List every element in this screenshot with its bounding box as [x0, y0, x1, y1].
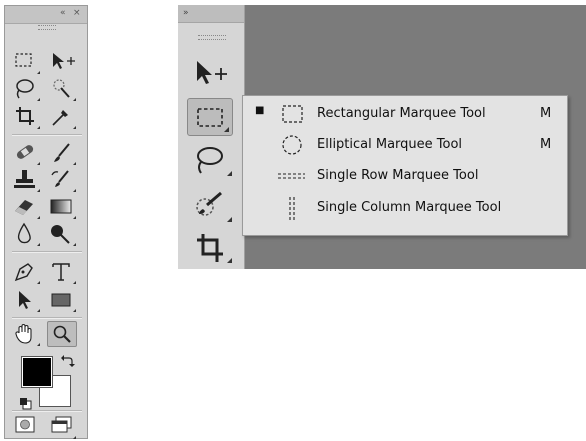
expand-panel-icon[interactable]: » [183, 7, 189, 19]
tool-quick-selection[interactable] [47, 76, 77, 102]
screen-mode-button[interactable] [47, 414, 77, 440]
quick-mask-button[interactable] [11, 414, 41, 440]
screen-mode-icon [51, 416, 72, 433]
menu-item-shortcut: M [540, 106, 552, 121]
menu-item-label: Single Column Marquee Tool [317, 200, 502, 215]
tool-blur[interactable] [11, 221, 41, 247]
quick-mask-icon [15, 416, 35, 433]
tool-history-brush[interactable] [47, 167, 77, 193]
tool-clone-stamp[interactable] [11, 167, 41, 193]
foreground-color-swatch[interactable] [21, 356, 53, 388]
tool-type[interactable] [47, 259, 77, 285]
tools-panel-header[interactable]: « × [5, 6, 87, 24]
zoomed-tools-strip: » [178, 5, 245, 269]
zoomed-panel-header[interactable]: » [178, 5, 244, 23]
tool-rectangular-marquee[interactable] [11, 49, 41, 75]
tool-brush[interactable] [47, 140, 77, 166]
tools-panel: « × [4, 5, 88, 439]
single-row-marquee-icon [278, 173, 305, 179]
move-icon [197, 61, 227, 84]
zoomed-panel-grip[interactable] [198, 35, 226, 40]
selected-tool-indicator: ■ [255, 105, 265, 116]
zoomed-tool-move[interactable] [189, 53, 235, 91]
elliptical-marquee-icon [282, 135, 302, 155]
zoomed-tool-quick-selection[interactable] [189, 187, 235, 225]
menu-item-single-row-marquee[interactable]: Single Row Marquee Tool [243, 162, 567, 190]
menu-item-label: Rectangular Marquee Tool [317, 106, 486, 121]
tool-rectangle[interactable] [47, 287, 77, 313]
menu-item-label: Single Row Marquee Tool [317, 168, 479, 183]
tool-crop[interactable] [11, 104, 41, 130]
zoomed-tool-rectangular-marquee[interactable] [187, 98, 233, 136]
tool-dodge[interactable] [47, 221, 77, 247]
collapse-panel-icon[interactable]: « [60, 7, 66, 19]
menu-item-label: Elliptical Marquee Tool [317, 137, 463, 152]
default-colors-icon[interactable] [19, 397, 33, 411]
menu-item-single-column-marquee[interactable]: Single Column Marquee Tool [243, 194, 567, 222]
menu-item-elliptical-marquee[interactable]: Elliptical Marquee Tool M [243, 131, 567, 159]
menu-item-rectangular-marquee[interactable]: ■ Rectangular Marquee Tool M [243, 100, 567, 128]
tool-eyedropper[interactable] [47, 104, 77, 130]
panel-grip[interactable] [38, 25, 56, 30]
swap-colors-icon[interactable] [61, 354, 75, 368]
move-icon [53, 53, 75, 69]
zoom-icon [53, 325, 71, 343]
tool-hand[interactable] [11, 321, 41, 347]
zoomed-tool-crop[interactable] [189, 228, 235, 266]
rectangular-marquee-icon [282, 105, 303, 123]
close-panel-icon[interactable]: × [73, 7, 81, 19]
menu-item-shortcut: M [540, 137, 552, 152]
tool-lasso[interactable] [11, 76, 41, 102]
marquee-tools-flyout-menu: ■ Rectangular Marquee Tool M Elliptical … [242, 95, 568, 236]
tool-eraser[interactable] [11, 194, 41, 220]
single-column-marquee-icon [289, 197, 295, 222]
tool-zoom[interactable] [47, 321, 77, 347]
tool-pen[interactable] [11, 259, 41, 285]
tool-path-selection[interactable] [11, 287, 41, 313]
tool-gradient[interactable] [47, 194, 77, 220]
tool-spot-healing-brush[interactable] [11, 140, 41, 166]
zoomed-tool-lasso[interactable] [189, 141, 235, 179]
tool-move[interactable] [47, 49, 77, 75]
